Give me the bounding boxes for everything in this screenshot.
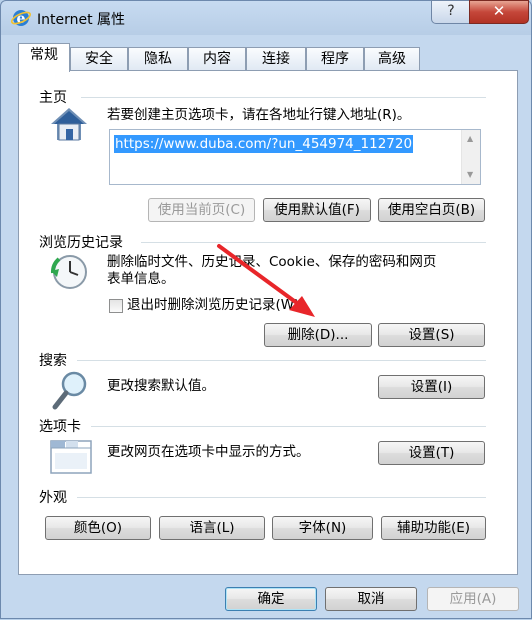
- apply-button[interactable]: 应用(A): [427, 587, 519, 611]
- tabs-divider: [91, 426, 486, 427]
- delete-on-exit-label[interactable]: 退出时删除浏览历史记录(W): [127, 297, 299, 314]
- tab-general[interactable]: 常规: [18, 43, 70, 72]
- internet-properties-dialog: e Internet 属性 ? ✕ 常规 安全 隐私 内容 连接 程序 高级 主…: [0, 0, 532, 619]
- search-label: 搜索: [39, 350, 71, 370]
- close-button[interactable]: ✕: [469, 0, 529, 24]
- title-bar: e Internet 属性 ? ✕: [1, 0, 532, 35]
- search-settings-button[interactable]: 设置(I): [378, 375, 485, 399]
- cancel-button[interactable]: 取消: [325, 587, 417, 611]
- history-description-line1: 删除临时文件、历史记录、Cookie、保存的密码和网页: [107, 254, 437, 270]
- history-clock-icon: [51, 255, 87, 289]
- tab-content[interactable]: 内容: [188, 47, 246, 71]
- history-label: 浏览历史记录: [39, 232, 127, 252]
- tab-advanced[interactable]: 高级: [364, 47, 420, 71]
- ok-button[interactable]: 确定: [225, 587, 317, 611]
- tabs-description: 更改网页在选项卡中显示的方式。: [107, 444, 310, 460]
- tab-programs[interactable]: 程序: [306, 47, 364, 71]
- tabs-section-label: 选项卡: [39, 416, 85, 436]
- tabs-window-icon: [50, 440, 92, 474]
- tab-privacy[interactable]: 隐私: [128, 47, 188, 71]
- homepage-divider: [81, 97, 486, 98]
- use-default-button[interactable]: 使用默认值(F): [263, 198, 371, 222]
- window-title: Internet 属性: [37, 12, 126, 28]
- tab-security[interactable]: 安全: [70, 47, 128, 71]
- homepage-label: 主页: [39, 87, 71, 107]
- accessibility-button[interactable]: 辅助功能(E): [381, 516, 486, 540]
- scroll-down-icon: ▼: [467, 170, 474, 179]
- homepage-url-text: https://www.duba.com/?un_454974_112720: [114, 135, 414, 153]
- homepage-description: 若要创建主页选项卡，请在各地址行键入地址(R)。: [107, 107, 411, 123]
- search-description: 更改搜索默认值。: [107, 378, 215, 394]
- appearance-divider: [77, 497, 486, 498]
- search-magnifier-icon: [52, 371, 87, 410]
- home-icon: [51, 108, 87, 141]
- delete-history-button[interactable]: 删除(D)...: [264, 323, 372, 347]
- history-settings-button[interactable]: 设置(S): [378, 323, 485, 347]
- history-divider: [141, 242, 486, 243]
- url-scrollbar[interactable]: ▲ ▼: [461, 130, 480, 184]
- search-divider: [77, 360, 486, 361]
- use-blank-button[interactable]: 使用空白页(B): [378, 198, 485, 222]
- homepage-url-textarea[interactable]: https://www.duba.com/?un_454974_112720 ▲…: [109, 129, 481, 185]
- tab-connections[interactable]: 连接: [246, 47, 306, 71]
- help-button[interactable]: ?: [431, 0, 471, 24]
- ie-icon: e: [11, 10, 31, 27]
- fonts-button[interactable]: 字体(N): [272, 516, 373, 540]
- use-current-button[interactable]: 使用当前页(C): [148, 198, 255, 222]
- history-description-line2: 表单信息。: [107, 271, 175, 287]
- languages-button[interactable]: 语言(L): [159, 516, 265, 540]
- tabs-settings-button[interactable]: 设置(T): [378, 441, 485, 465]
- colors-button[interactable]: 颜色(O): [45, 516, 151, 540]
- appearance-label: 外观: [39, 487, 71, 507]
- scroll-up-icon: ▲: [467, 134, 474, 143]
- delete-on-exit-checkbox[interactable]: [109, 299, 123, 313]
